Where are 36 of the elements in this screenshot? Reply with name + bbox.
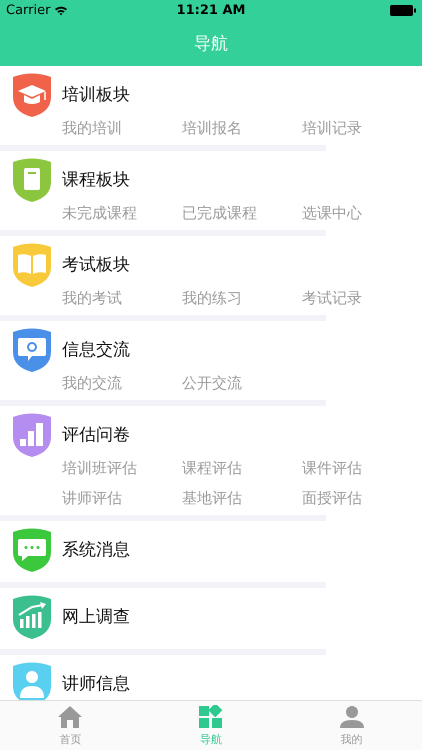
section-link[interactable]: 我的交流 xyxy=(62,372,122,394)
battery-icon xyxy=(390,4,416,16)
section-title: 网上调查 xyxy=(62,606,130,628)
carrier-name: Carrier xyxy=(6,2,50,18)
tab-item[interactable]: 我的 xyxy=(281,701,422,750)
section-link[interactable]: 考试记录 xyxy=(302,287,362,309)
nav-title: 导航 xyxy=(194,32,228,54)
section-link[interactable]: 面授评估 xyxy=(302,487,362,509)
section-link[interactable]: 我的培训 xyxy=(62,117,122,139)
section-title: 信息交流 xyxy=(62,338,130,360)
section-link[interactable]: 公开交流 xyxy=(182,372,242,394)
section-title: 讲师信息 xyxy=(62,672,130,694)
section-link[interactable]: 讲师评估 xyxy=(62,487,122,509)
section-link[interactable]: 课程评估 xyxy=(182,457,242,479)
home-icon xyxy=(57,704,84,728)
section-link[interactable]: 我的练习 xyxy=(182,287,242,309)
section-title: 系统消息 xyxy=(62,538,130,560)
section-link[interactable]: 未完成课程 xyxy=(62,202,137,224)
section-link[interactable]: 课件评估 xyxy=(302,457,362,479)
section-link[interactable]: 培训记录 xyxy=(302,117,362,139)
section-link[interactable]: 基地评估 xyxy=(182,487,242,509)
grid-icon xyxy=(199,704,223,728)
wifi-icon xyxy=(54,4,68,16)
section-title: 培训板块 xyxy=(62,84,130,106)
tab-item[interactable]: 首页 xyxy=(0,701,141,750)
section-title: 课程板块 xyxy=(62,168,130,190)
section-link[interactable]: 已完成课程 xyxy=(182,202,257,224)
section-link[interactable]: 我的考试 xyxy=(62,287,122,309)
section-title: 评估问卷 xyxy=(62,424,130,446)
person-icon xyxy=(338,704,365,728)
section-link[interactable]: 培训班评估 xyxy=(62,457,137,479)
clock-time: 11:21 AM xyxy=(176,2,246,18)
section-link[interactable]: 选课中心 xyxy=(302,202,362,224)
tab-item[interactable]: 导航 xyxy=(140,701,282,750)
section-link[interactable]: 培训报名 xyxy=(182,117,242,139)
section-title: 考试板块 xyxy=(62,254,130,276)
